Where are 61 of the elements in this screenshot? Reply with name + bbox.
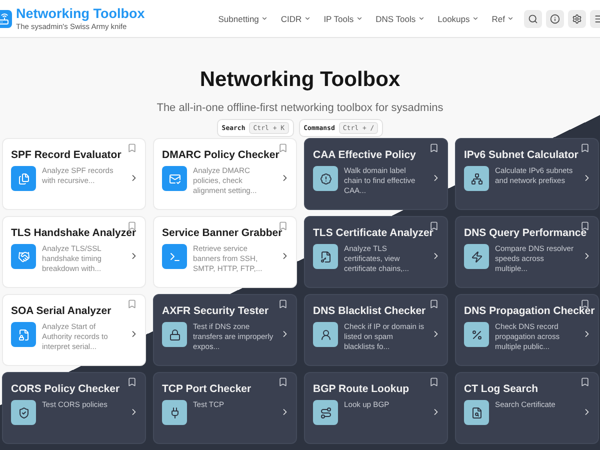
tool-glyph-icon (320, 406, 332, 418)
chevron-down-icon (507, 15, 514, 22)
tool-glyph-icon (168, 328, 180, 340)
search-button[interactable] (524, 10, 542, 28)
nav-menu[interactable]: IP Tools (324, 14, 363, 24)
tool-glyph-icon (18, 328, 30, 340)
tool-title: IPv6 Subnet Calculator (464, 148, 580, 162)
bookmark-icon[interactable] (127, 377, 137, 387)
search-icon (528, 14, 538, 24)
nav-menu[interactable]: Ref (492, 14, 514, 24)
tool-title: BGP Route Lookup (313, 382, 410, 396)
nav-menu[interactable]: DNS Tools (376, 14, 425, 24)
tool-title: TLS Certificate Analyzer (313, 226, 434, 240)
tool-glyph-icon (470, 172, 482, 184)
tool-glyph-icon (168, 406, 180, 418)
tool-glyph-icon (320, 328, 332, 340)
tool-glyph-icon (470, 328, 482, 340)
nav-menu[interactable]: Lookups (438, 14, 479, 24)
bookmark-icon[interactable] (580, 377, 590, 387)
tool-glyph-icon (320, 172, 332, 184)
settings-icon (572, 14, 582, 24)
brand-title: Networking Toolbox (16, 6, 145, 21)
tool-title: SOA Serial Analyzer (11, 304, 112, 318)
tool-title: AXFR Security Tester (162, 304, 270, 318)
tool-glyph-icon (470, 250, 482, 262)
nav-menu[interactable]: Subnetting (218, 14, 268, 24)
bookmark-icon[interactable] (278, 299, 288, 309)
tool-title: TCP Port Checker (162, 382, 252, 396)
chevron-down-icon (472, 15, 479, 22)
tool-glyph-icon (18, 172, 30, 184)
tool-glyph-icon (168, 172, 180, 184)
bookmark-icon[interactable] (429, 143, 439, 153)
tool-title: DNS Propagation Checker (464, 304, 594, 318)
tool-title: DMARC Policy Checker (162, 148, 280, 162)
nav-menu[interactable]: CIDR (280, 14, 311, 24)
chevron-down-icon (356, 15, 363, 22)
chevron-down-icon (260, 15, 268, 22)
page-title: Networking Toolbox (200, 68, 400, 92)
bookmark-icon[interactable] (278, 377, 288, 387)
tool-title: DNS Query Performance (464, 226, 588, 240)
tool-glyph-icon (470, 406, 482, 418)
tool-title: DNS Blacklist Checker (313, 304, 427, 318)
tool-title: CORS Policy Checker (11, 382, 121, 396)
chevron-down-icon (418, 15, 425, 22)
tool-glyph-icon (18, 250, 30, 262)
tool-title: TLS Handshake Analyzer (11, 226, 138, 240)
tool-title: SPF Record Evaluator (11, 148, 122, 162)
bookmark-icon[interactable] (580, 143, 590, 153)
page-subtitle: The all-in-one offline-first networking toolbox for sysadmins (156, 102, 444, 114)
chevron-down-icon (304, 15, 311, 22)
tool-title: Service Banner Grabber (162, 226, 284, 240)
bookmark-icon[interactable] (429, 377, 439, 387)
tool-glyph-icon (168, 250, 180, 262)
tool-title: CT Log Search (464, 382, 540, 396)
info-button[interactable] (546, 10, 564, 28)
info-icon (550, 14, 560, 24)
tool-glyph-icon (18, 406, 30, 418)
tool-glyph-icon (320, 250, 332, 262)
settings-button[interactable] (568, 10, 586, 28)
tool-title: CAA Effective Policy (313, 148, 417, 162)
bookmark-icon[interactable] (429, 299, 439, 309)
